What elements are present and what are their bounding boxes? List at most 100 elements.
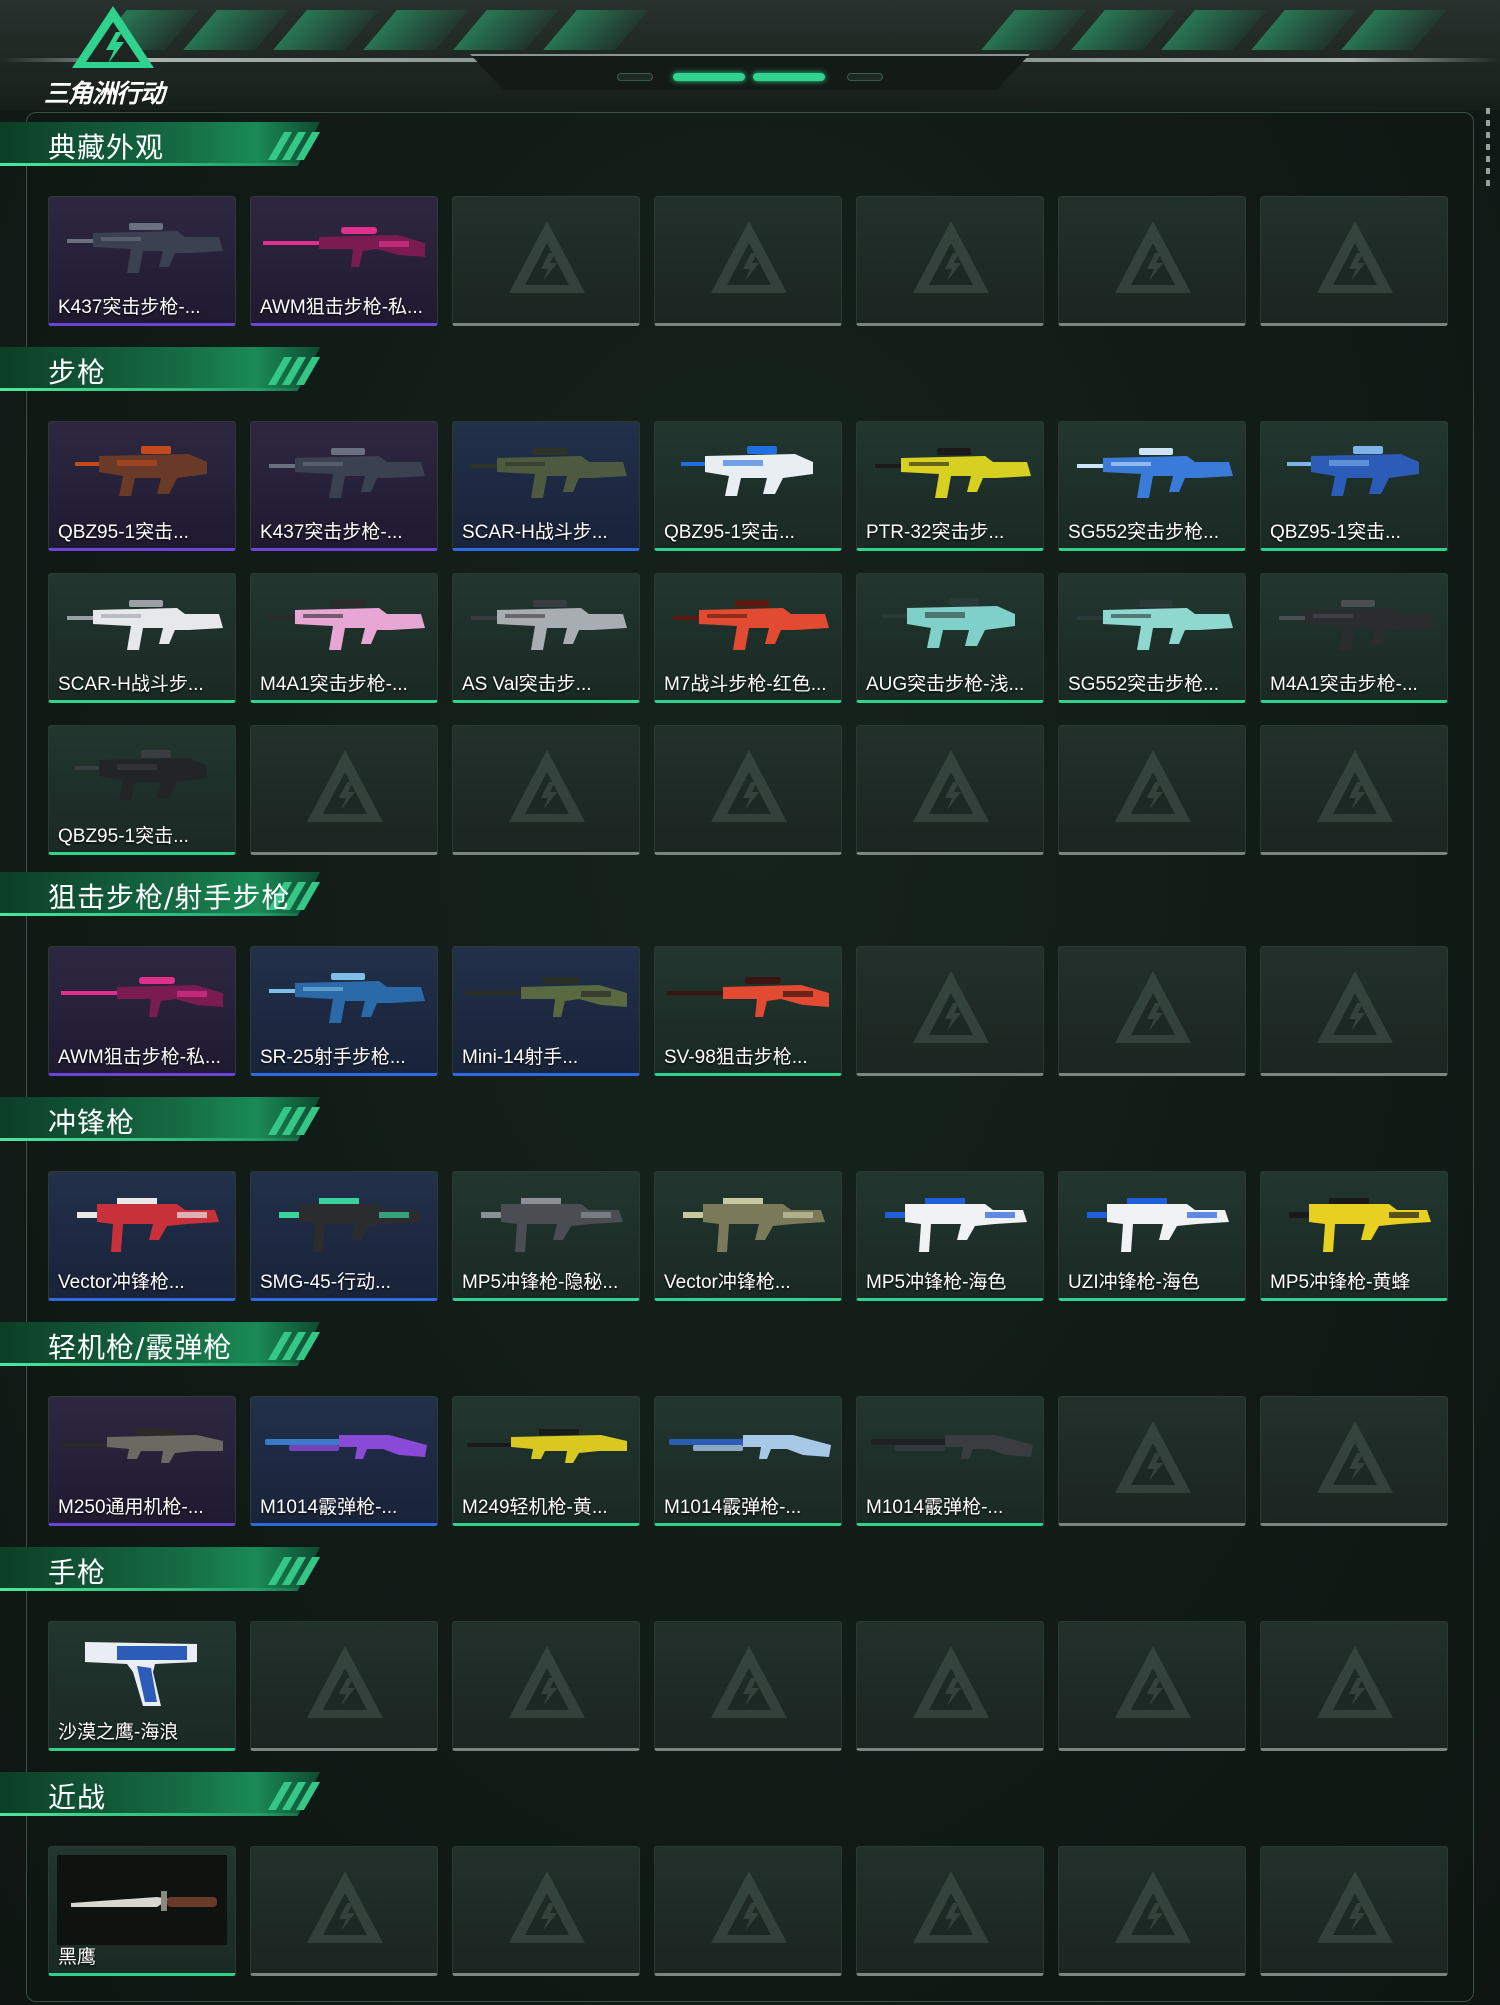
weapon-name: M249轻机枪-黄... [462,1497,608,1518]
weapon-card[interactable]: SR-25射手步枪... [250,946,438,1076]
weapon-card[interactable]: Mini-14射手... [452,946,640,1076]
empty-slot [1260,946,1448,1076]
section-title: 狙击步枪/射手步枪 [48,881,291,914]
empty-slot [452,1621,640,1751]
delta-logo-icon [70,4,156,70]
weapon-card[interactable]: PTR-32突击步... [856,421,1044,551]
empty-slot [452,1846,640,1976]
weapon-name: MP5冲锋枪-海色 [866,1272,1007,1293]
weapon-name: Mini-14射手... [462,1047,579,1068]
weapon-card[interactable]: 黑鹰 [48,1846,236,1976]
empty-slot [856,946,1044,1076]
weapon-card[interactable]: SG552突击步枪... [1058,573,1246,703]
weapon-name: M7战斗步枪-红色... [664,674,827,695]
weapon-card[interactable]: M1014霰弹枪-... [250,1396,438,1526]
weapon-card[interactable]: Vector冲锋枪... [654,1171,842,1301]
weapon-name: 黑鹰 [58,1947,97,1968]
weapon-card[interactable]: AWM狙击步枪-私... [48,946,236,1076]
weapon-name: M1014霰弹枪-... [260,1497,398,1518]
weapon-name: K437突击步枪-... [260,522,403,543]
weapon-name: Vector冲锋枪... [58,1272,185,1293]
weapon-card[interactable]: SCAR-H战斗步... [452,421,640,551]
section-header: 手枪 [0,1543,330,1597]
empty-slot [1260,1846,1448,1976]
empty-slot [452,725,640,855]
weapon-card[interactable]: M1014霰弹枪-... [856,1396,1044,1526]
weapon-name: MP5冲锋枪-黄蜂 [1270,1272,1411,1293]
empty-slot [1058,946,1246,1076]
page-dot[interactable] [847,73,883,81]
weapon-card[interactable]: MP5冲锋枪-海色 [856,1171,1044,1301]
weapon-name: SCAR-H战斗步... [462,522,608,543]
empty-slot [654,725,842,855]
weapon-card[interactable]: M1014霰弹枪-... [654,1396,842,1526]
weapon-card[interactable]: K437突击步枪-... [250,421,438,551]
weapon-name: PTR-32突击步... [866,522,1005,543]
weapon-name: K437突击步枪-... [58,297,201,318]
weapon-card[interactable]: QBZ95-1突击... [1260,421,1448,551]
weapon-card[interactable]: QBZ95-1突击... [48,725,236,855]
weapon-card[interactable]: SV-98狙击步枪... [654,946,842,1076]
weapon-card[interactable]: MP5冲锋枪-黄蜂 [1260,1171,1448,1301]
weapon-name: MP5冲锋枪-隐秘... [462,1272,619,1293]
weapon-name: SG552突击步枪... [1068,674,1219,695]
section-title: 近战 [48,1781,107,1814]
section-title: 步枪 [48,356,107,389]
item-grid: K437突击步枪-... AWM狙击步枪-私... [48,196,1448,326]
empty-slot [1058,1621,1246,1751]
weapon-card[interactable]: M250通用机枪-... [48,1396,236,1526]
weapon-card[interactable]: SCAR-H战斗步... [48,573,236,703]
section-header: 近战 [0,1768,330,1822]
banner-center-plate [470,54,1030,90]
weapon-name: M4A1突击步枪-... [1270,674,1418,695]
weapon-card[interactable]: AS Val突击步... [452,573,640,703]
section-title: 典藏外观 [48,131,165,164]
weapon-name: AWM狙击步枪-私... [260,297,423,318]
item-grid: AWM狙击步枪-私... SR-25射手步枪... Mini-14射手... S… [48,946,1448,1076]
empty-slot [1260,1621,1448,1751]
weapon-name: SR-25射手步枪... [260,1047,406,1068]
weapon-card[interactable]: M7战斗步枪-红色... [654,573,842,703]
weapon-name: SCAR-H战斗步... [58,674,204,695]
weapon-card[interactable]: SMG-45-行动... [250,1171,438,1301]
weapon-card[interactable]: SG552突击步枪... [1058,421,1246,551]
weapon-name: SMG-45-行动... [260,1272,391,1293]
section-header: 步枪 [0,343,330,397]
page-dot[interactable] [617,73,653,81]
weapon-card[interactable]: M4A1突击步枪-... [1260,573,1448,703]
weapon-card[interactable]: AWM狙击步枪-私... [250,196,438,326]
weapon-card[interactable]: QBZ95-1突击... [48,421,236,551]
weapon-name: QBZ95-1突击... [664,522,795,543]
page-dot[interactable] [753,73,825,81]
empty-slot [654,196,842,326]
top-banner: 三角洲行动 [0,0,1500,110]
weapon-name: UZI冲锋枪-海色 [1068,1272,1200,1293]
item-grid: 沙漠之鹰-海浪 [48,1621,1448,1751]
weapon-card[interactable]: K437突击步枪-... [48,196,236,326]
weapon-name: QBZ95-1突击... [1270,522,1401,543]
empty-slot [1058,1396,1246,1526]
weapon-card[interactable]: AUG突击步枪-浅... [856,573,1044,703]
weapon-card[interactable]: 沙漠之鹰-海浪 [48,1621,236,1751]
banner-stripes-right [981,10,1447,50]
empty-slot [856,196,1044,326]
section-header: 典藏外观 [0,118,330,172]
empty-slot [1058,196,1246,326]
weapon-card[interactable]: M4A1突击步枪-... [250,573,438,703]
empty-slot [856,725,1044,855]
page-dot[interactable] [673,73,745,81]
weapon-card[interactable]: QBZ95-1突击... [654,421,842,551]
weapon-name: QBZ95-1突击... [58,522,189,543]
empty-slot [856,1621,1044,1751]
weapon-card[interactable]: UZI冲锋枪-海色 [1058,1171,1246,1301]
empty-slot [1260,725,1448,855]
empty-slot [1260,196,1448,326]
empty-slot [1058,1846,1246,1976]
weapon-name: AWM狙击步枪-私... [58,1047,221,1068]
weapon-name: AUG突击步枪-浅... [866,674,1025,695]
weapon-card[interactable]: Vector冲锋枪... [48,1171,236,1301]
scroll-indicator[interactable] [1486,108,1492,188]
weapon-card[interactable]: MP5冲锋枪-隐秘... [452,1171,640,1301]
weapon-card[interactable]: M249轻机枪-黄... [452,1396,640,1526]
section-header: 狙击步枪/射手步枪 [0,868,330,922]
